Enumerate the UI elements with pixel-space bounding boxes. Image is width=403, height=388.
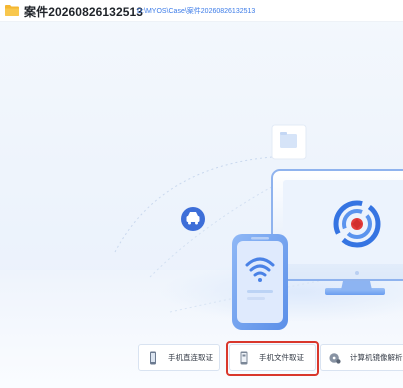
pc-image-analysis-button[interactable]: 计算机镜像解析 [320, 344, 403, 371]
disk-image-icon [329, 352, 341, 364]
case-path-link[interactable]: D:\MYOS\Case\案件20260826132513 [137, 6, 255, 16]
case-header: 案件20260826132513 D:\MYOS\Case\案件20260826… [0, 0, 403, 22]
folder-icon [5, 5, 19, 16]
file-icon [271, 124, 307, 160]
phone-direct-label: 手机直连取证 [168, 353, 213, 362]
pc-image-label: 计算机镜像解析 [350, 353, 403, 362]
phone-file-label: 手机文件取证 [259, 353, 304, 362]
phone-icon [150, 351, 156, 364]
phone-direct-forensics-button[interactable]: 手机直连取证 [138, 344, 220, 371]
illustration-area [0, 22, 403, 388]
forensics-illustration [114, 124, 403, 330]
phone-file-icon [240, 351, 248, 364]
car-icon [181, 207, 205, 231]
case-title: 案件20260826132513 [24, 5, 144, 19]
phone-file-forensics-button[interactable]: 手机文件取证 [229, 344, 316, 371]
